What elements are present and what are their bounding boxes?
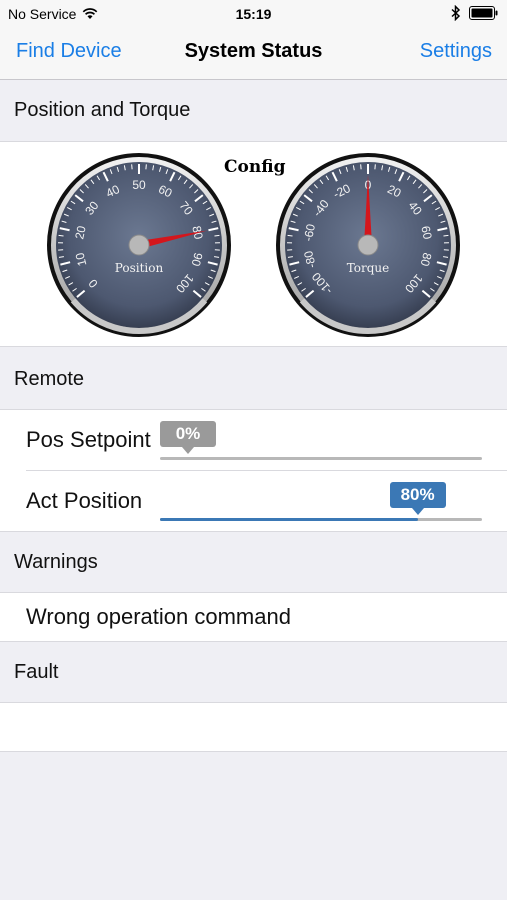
- act-position-label: Act Position: [26, 488, 143, 513]
- act-position-value-badge: 80%: [389, 482, 446, 515]
- warning-cell: Wrong operation command: [0, 592, 507, 642]
- act-position-indicator: [160, 518, 482, 521]
- gauge-tick-position: [214, 234, 220, 237]
- gauge-caption-torque: Torque: [347, 261, 390, 275]
- gauge-tick-torque: [287, 234, 293, 237]
- navigation-bar: Find Device System Status Settings: [0, 28, 507, 80]
- bluetooth-icon: [451, 5, 461, 21]
- status-bar: No Service 15:19: [0, 0, 507, 28]
- battery-icon: [469, 6, 498, 20]
- gauge-tick-position: [58, 234, 64, 237]
- config-button[interactable]: Config: [224, 157, 285, 177]
- section-header-position-torque: Position and Torque: [0, 99, 507, 122]
- gauge-hub-position: [128, 234, 150, 256]
- fault-cell: [0, 702, 507, 752]
- section-header-fault: Fault: [0, 661, 507, 684]
- pos-setpoint-slider[interactable]: [160, 457, 482, 460]
- warning-message: Wrong operation command: [26, 604, 291, 629]
- gauge-tick-label-position: 50: [132, 178, 146, 192]
- status-icons: [451, 5, 499, 21]
- clock: 15:19: [235, 6, 272, 22]
- section-header-remote: Remote: [0, 368, 507, 391]
- row-divider: [26, 470, 507, 471]
- pos-setpoint-label: Pos Setpoint: [26, 427, 151, 452]
- pos-setpoint-value: 0%: [175, 424, 201, 443]
- gauge-caption-position: Position: [115, 261, 164, 275]
- settings-button[interactable]: Settings: [420, 40, 492, 63]
- gauge-tick-torque: [443, 234, 449, 237]
- gauge-hub-torque: [357, 234, 379, 256]
- act-position-indicator-fill: [160, 518, 418, 521]
- section-header-warnings: Warnings: [0, 551, 507, 574]
- pos-setpoint-value-badge: 0%: [160, 421, 216, 454]
- act-position-value: 80%: [400, 485, 435, 504]
